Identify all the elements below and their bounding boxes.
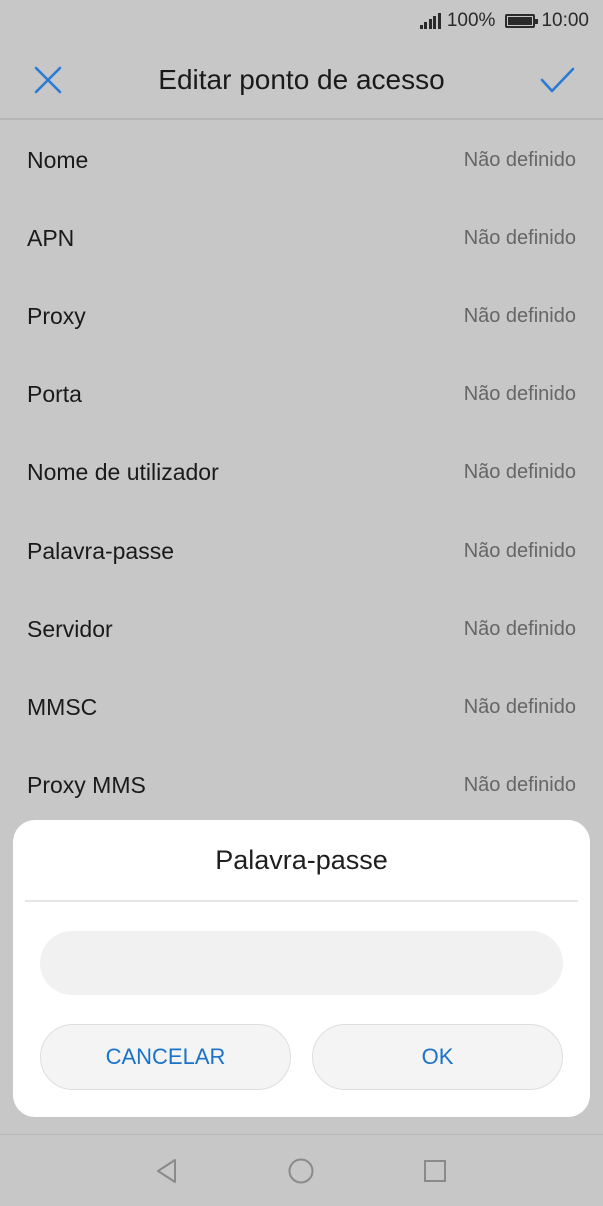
page-title: Editar ponto de acesso: [158, 64, 445, 95]
ok-button[interactable]: OK: [312, 1024, 563, 1090]
app-bar: Editar ponto de acesso: [0, 42, 603, 120]
setting-value: Não definido: [463, 148, 576, 171]
status-time: 10:00: [541, 10, 589, 31]
setting-label: MMSC: [27, 693, 98, 720]
close-icon[interactable]: [28, 60, 68, 100]
status-bar: 100% 10:00: [0, 0, 603, 42]
setting-label: Servidor: [27, 615, 113, 642]
setting-row-nome[interactable]: Nome Não definido: [0, 121, 603, 199]
navigation-bar: [0, 1134, 603, 1206]
setting-row-mmsc[interactable]: MMSC Não definido: [0, 668, 603, 746]
dialog-divider: [25, 900, 578, 902]
setting-row-password[interactable]: Palavra-passe Não definido: [0, 512, 603, 590]
setting-row-server[interactable]: Servidor Não definido: [0, 590, 603, 668]
setting-row-porta[interactable]: Porta Não definido: [0, 356, 603, 434]
setting-value: Não definido: [463, 774, 576, 797]
signal-bars-icon: [419, 13, 441, 29]
check-icon[interactable]: [537, 60, 577, 100]
battery-icon: [505, 14, 539, 28]
setting-value: Não definido: [463, 695, 576, 718]
back-triangle-icon[interactable]: [153, 1157, 181, 1185]
setting-value: Não definido: [463, 461, 576, 484]
recent-square-icon[interactable]: [421, 1157, 449, 1185]
setting-label: Nome: [27, 146, 89, 173]
setting-row-apn[interactable]: APN Não definido: [0, 199, 603, 277]
setting-value: Não definido: [463, 539, 576, 562]
setting-row-proxy[interactable]: Proxy Não definido: [0, 277, 603, 355]
setting-label: Nome de utilizador: [27, 459, 219, 486]
battery-percent: 100%: [446, 10, 496, 31]
settings-list: Nome Não definido APN Não definido Proxy…: [0, 121, 603, 825]
setting-value: Não definido: [463, 617, 576, 640]
setting-label: Palavra-passe: [27, 537, 175, 564]
setting-value: Não definido: [463, 226, 576, 249]
password-input[interactable]: [40, 931, 563, 995]
setting-value: Não definido: [463, 304, 576, 327]
dialog-title: Palavra-passe: [215, 844, 388, 875]
home-circle-icon[interactable]: [287, 1157, 315, 1185]
setting-value: Não definido: [463, 383, 576, 406]
password-dialog: Palavra-passe CANCELAR OK: [13, 820, 590, 1117]
setting-label: Proxy MMS: [27, 772, 146, 799]
setting-row-mms-proxy[interactable]: Proxy MMS Não definido: [0, 747, 603, 825]
setting-label: Proxy: [27, 302, 86, 329]
setting-label: APN: [27, 224, 75, 251]
setting-label: Porta: [27, 381, 82, 408]
cancel-button[interactable]: CANCELAR: [40, 1024, 291, 1090]
setting-row-username[interactable]: Nome de utilizador Não definido: [0, 434, 603, 512]
